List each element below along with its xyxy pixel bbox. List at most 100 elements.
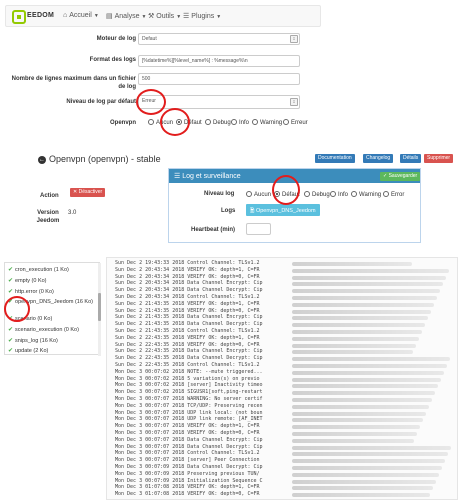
log-message: VERIFY OK: depth=1, C=FR — [187, 300, 260, 307]
log-timestamp: Mon Dec 3 00:07:09 2018 — [115, 464, 185, 470]
nav-analyse[interactable]: ▤ Analyse ▼ — [106, 12, 146, 20]
log-timestamp: Sun Dec 2 20:43:34 2018 — [115, 280, 185, 287]
log-timestamp: Mon Dec 3 00:07:09 2018 — [115, 470, 185, 477]
sauvegarder-button[interactable]: ✓ Sauvegarder — [380, 172, 421, 181]
maxlines-input[interactable] — [138, 73, 300, 85]
nav-outils[interactable]: ⚒ Outils ▼ — [148, 12, 181, 20]
desactiver-button[interactable]: ✕ Désactiver — [70, 188, 106, 197]
redacted-text — [292, 438, 414, 443]
radio-info[interactable]: Info — [231, 119, 249, 129]
heartbeat-label: Heartbeat (min) — [191, 227, 236, 233]
redacted-text — [292, 452, 448, 457]
log-timestamp: Mon Dec 3 00:07:07 2018 — [115, 402, 185, 409]
format-input[interactable] — [138, 55, 300, 67]
log-message: Data Channel Encrypt: Cip — [187, 280, 263, 287]
log-file-item[interactable]: ✔ scenario_execution (0 Ko) — [8, 326, 79, 333]
log-message: VERIFY OK: depth=1, C=FR — [187, 484, 260, 491]
back-arrow-icon[interactable]: ← — [38, 156, 46, 164]
radio-dot — [231, 119, 237, 125]
log-message: Data Channel Decrypt: Cip — [187, 287, 263, 294]
engine-label: Moteur de log — [96, 36, 136, 42]
redacted-text — [292, 316, 428, 321]
scrollbar-thumb[interactable] — [98, 293, 101, 321]
redacted-text — [292, 459, 445, 464]
supprimer-button[interactable]: Supprimer — [424, 154, 454, 163]
check-icon: ✔ — [8, 267, 14, 273]
highlight-circle — [272, 175, 300, 205]
check-icon: ✔ — [8, 278, 14, 284]
plugin-title-text: Openvpn (openvpn) - stable — [49, 154, 161, 164]
redacted-text — [292, 472, 439, 477]
log-message: Data Channel Encrypt: Cip — [187, 436, 263, 443]
radio-debug[interactable]: Debug — [205, 119, 231, 129]
nav-accueil[interactable]: ⌂ Accueil ▼ — [63, 12, 99, 19]
check-icon: ✔ — [8, 289, 14, 295]
version-label: Version Jeedom — [36, 210, 60, 224]
check-icon: ✔ — [8, 327, 14, 333]
radio-label: Aucun — [254, 192, 272, 198]
redacted-text — [292, 309, 431, 314]
log-timestamp: Mon Dec 3 00:07:02 2018 — [115, 389, 185, 396]
log-timestamp: Mon Dec 3 00:07:02 2018 — [115, 375, 185, 382]
log-message: Preserving previous TUN/ — [187, 470, 260, 477]
log-file-label: update (2 Ko) — [15, 348, 49, 354]
documentation-button[interactable]: Documentation — [315, 154, 355, 163]
maxlines-label: Nombre de lignes maximum dans un fichier… — [11, 76, 136, 90]
version-value: 3.0 — [68, 210, 77, 216]
radio-error[interactable]: Error — [383, 191, 404, 201]
tasks-icon: ☰ — [183, 13, 190, 20]
radio-debug[interactable]: Debug — [304, 191, 330, 201]
log-timestamp: Sun Dec 2 20:43:34 2018 — [115, 294, 185, 300]
redacted-text — [292, 404, 429, 409]
log-timestamp: Mon Dec 3 00:07:02 2018 — [115, 382, 185, 389]
log-message: Data Channel Decrypt: Cip — [187, 443, 263, 450]
redacted-text — [292, 486, 433, 491]
log-file-item[interactable]: ✔ snips_log (16 Ko) — [8, 337, 58, 344]
radio-label: Warning — [260, 120, 283, 126]
radio-dot — [252, 119, 258, 125]
log-timestamp: Sun Dec 2 22:43:35 2018 — [115, 362, 185, 368]
highlight-circle — [136, 89, 166, 115]
nav-plugins[interactable]: ☰ Plugins ▼ — [183, 12, 221, 20]
redacted-text — [292, 479, 436, 484]
log-message: [server] Inactivity timeo — [187, 382, 263, 389]
radio-aucun[interactable]: Aucun — [246, 191, 271, 201]
radio-label: Info — [338, 192, 349, 198]
logs-file-label: Openvpn_DNS_Jeedom — [255, 208, 316, 214]
radio-info[interactable]: Info — [330, 191, 348, 201]
log-file-label: snips_log (16 Ko) — [15, 338, 58, 344]
jeedom-logo[interactable]: EEDOM — [12, 9, 54, 25]
top-navbar: EEDOM ⌂ Accueil ▼ ▤ Analyse ▼ ⚒ Outils ▼ ☰ Plug… — [5, 5, 321, 27]
log-timestamp: Sun Dec 2 22:43:35 2018 — [115, 348, 185, 355]
sidebar-scrollbar[interactable] — [98, 263, 101, 356]
log-file-label: scenario_execution (0 Ko) — [15, 327, 79, 333]
radio-warning[interactable]: Warning — [351, 191, 381, 201]
heartbeat-input[interactable] — [246, 223, 271, 235]
log-file-item[interactable]: ✔ update (2 Ko) — [8, 347, 48, 354]
log-file-item[interactable]: ✔ cron_execution (1 Ko) — [8, 266, 69, 273]
caret-down-icon: ▼ — [93, 13, 99, 19]
log-timestamp: Sun Dec 2 20:43:34 2018 — [115, 273, 185, 280]
log-timestamp: Mon Dec 3 01:07:08 2018 — [115, 484, 185, 491]
redacted-text — [292, 282, 443, 287]
radio-dot — [246, 191, 252, 197]
details-button[interactable]: Détails — [400, 154, 422, 163]
nav-label: Outils — [156, 13, 175, 20]
logs-file-button[interactable]: 🗎 Openvpn_DNS_Jeedom — [246, 204, 320, 216]
redacted-text — [292, 350, 413, 355]
radio-erreur[interactable]: Erreur — [283, 119, 308, 129]
radio-dot — [205, 119, 211, 125]
redacted-text — [292, 466, 442, 470]
log-content: Sun Dec 2 19:43:33 2018 Control Channel: … — [106, 257, 458, 500]
changelog-button[interactable]: Changelog — [363, 154, 394, 163]
redacted-text — [292, 275, 446, 280]
radio-label: Info — [239, 120, 250, 126]
log-message: Data Channel Decrypt: Cip — [187, 355, 263, 362]
log-file-item[interactable]: ✔ empty (0 Ko) — [8, 277, 47, 284]
home-icon: ⌂ — [63, 12, 68, 19]
log-file-item[interactable]: ✔ http.error (0 Ko) — [8, 288, 54, 295]
radio-warning[interactable]: Warning — [252, 119, 282, 129]
caret-down-icon: ▼ — [176, 14, 182, 20]
engine-select[interactable]: Defaut ↕ — [138, 33, 300, 45]
radio-label: Debug — [213, 120, 231, 126]
